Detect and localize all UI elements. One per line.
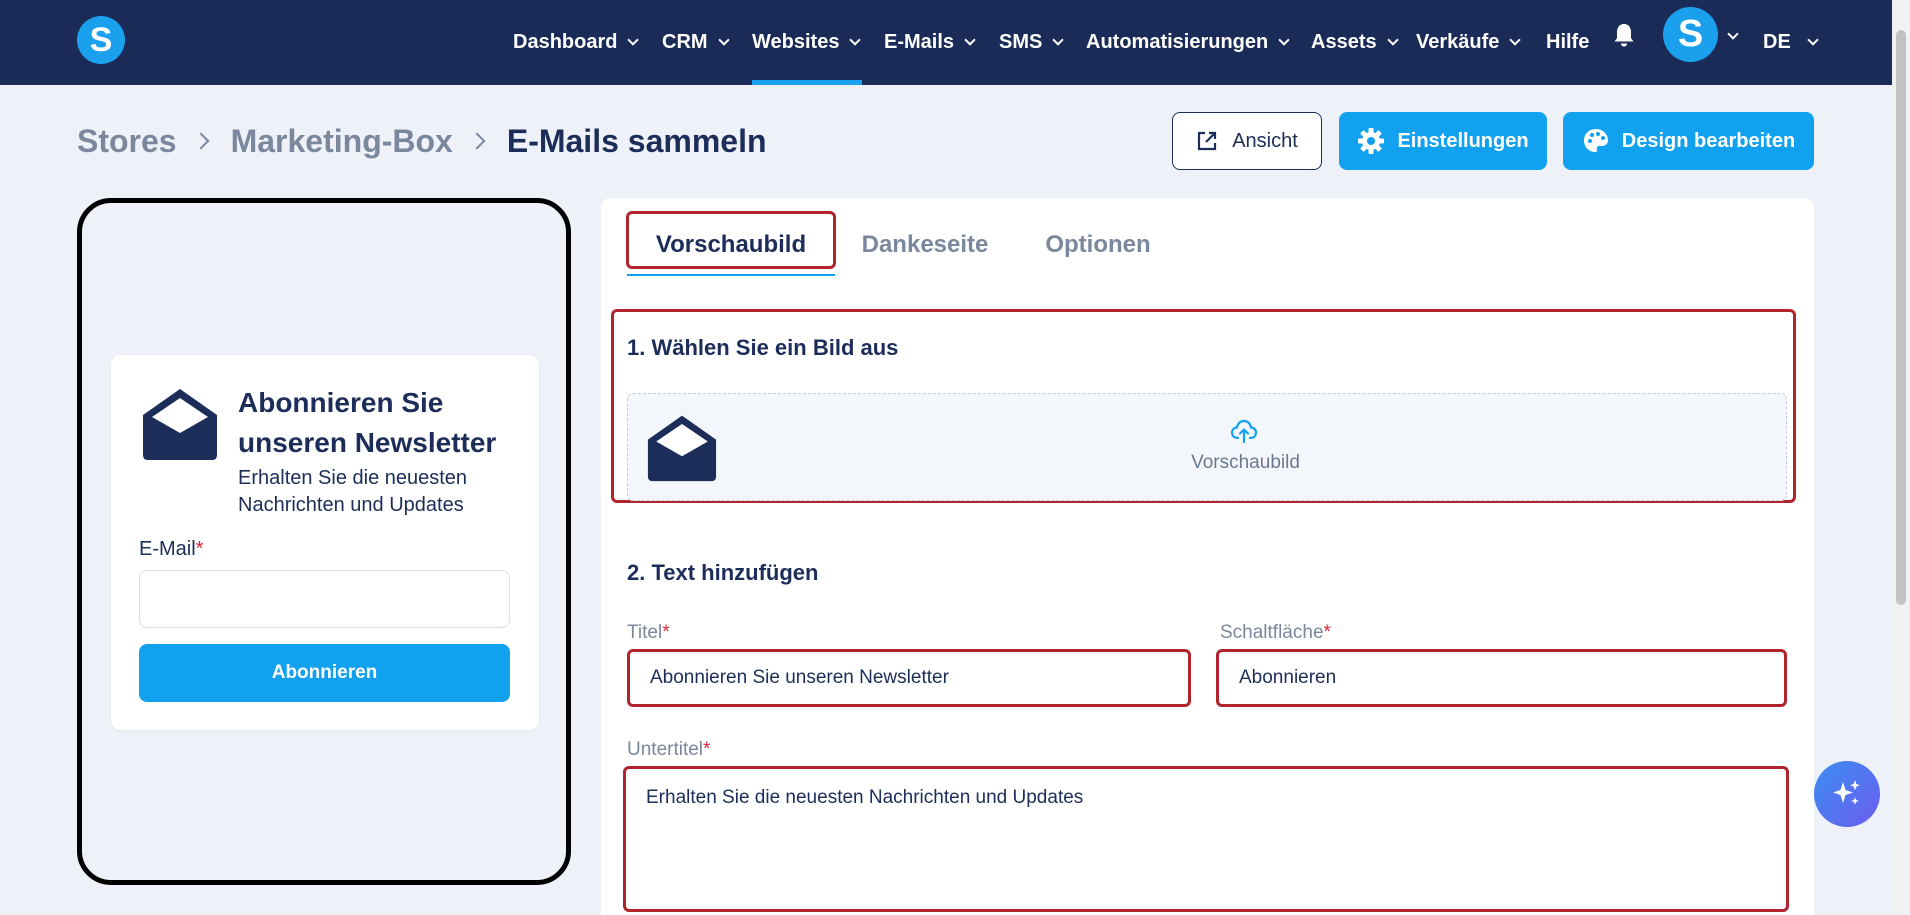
nav-item-websites[interactable]: Websites <box>752 0 862 85</box>
palette-icon <box>1583 129 1608 152</box>
nav-item-label: Verkäufe <box>1416 31 1500 53</box>
nav-item-label: Automatisierungen <box>1086 31 1269 53</box>
envelope-open-icon <box>143 389 217 460</box>
title-field-label: Titel* <box>627 622 670 644</box>
image-section-heading: 1. Wählen Sie ein Bild aus <box>627 335 899 360</box>
button-input-value: Abonnieren <box>1239 667 1337 688</box>
chevron-right-icon <box>468 132 486 150</box>
settings-button-label: Einstellungen <box>1397 129 1529 152</box>
nav-item-label: CRM <box>662 31 708 53</box>
tab-active-underline <box>627 274 835 276</box>
subscribe-button[interactable]: Abonnieren <box>139 644 510 702</box>
subtitle-label-text: Untertitel <box>627 739 704 760</box>
nav-item-sms[interactable]: SMS <box>999 0 1065 85</box>
button-text-input[interactable]: Abonnieren <box>1216 649 1787 707</box>
preview-title: Abonnieren Sie unseren Newsletter <box>238 387 497 458</box>
email-input[interactable] <box>139 570 510 628</box>
chevron-down-icon <box>1052 34 1065 46</box>
gear-icon <box>1358 128 1385 154</box>
required-mark: * <box>703 739 711 760</box>
email-label-text: E-Mail <box>139 538 196 560</box>
preview-subtitle: Erhalten Sie die neuesten Nachrichten un… <box>238 467 468 516</box>
text-section-heading: 2. Text hinzufügen <box>627 560 819 585</box>
chevron-down-icon <box>964 34 976 46</box>
title-label-text: Titel <box>627 622 663 643</box>
nav-active-indicator <box>752 80 862 85</box>
chevron-down-icon <box>1509 34 1522 46</box>
envelope-open-icon <box>647 415 717 482</box>
design-edit-button-label: Design bearbeiten <box>1621 129 1796 152</box>
sparkles-icon <box>1833 780 1860 805</box>
language-label: DE <box>1763 31 1791 53</box>
ai-assistant-button[interactable] <box>1814 761 1880 827</box>
breadcrumb-item-stores[interactable]: Stores <box>77 123 177 160</box>
title-input[interactable]: Abonnieren Sie unseren Newsletter <box>627 649 1191 707</box>
nav-item-emails[interactable]: E-Mails <box>884 0 976 85</box>
required-mark: * <box>662 622 670 643</box>
subtitle-input-value: Erhalten Sie die neuesten Nachrichten un… <box>646 787 1084 808</box>
nav-item-hilfe[interactable]: Hilfe <box>1546 0 1589 85</box>
tab-optionen[interactable]: Optionen <box>1035 220 1161 270</box>
tab-highlight <box>626 211 836 269</box>
nav-item-label: Hilfe <box>1546 31 1590 53</box>
nav-item-label: Websites <box>752 31 840 53</box>
required-mark: * <box>195 538 204 560</box>
nav-item-label: Assets <box>1311 31 1377 53</box>
email-label: E-Mail* <box>139 538 203 561</box>
page-title: E-Mails sammeln <box>506 122 767 159</box>
nav-item-crm[interactable]: CRM <box>662 0 730 85</box>
chevron-down-icon <box>717 34 730 46</box>
app-logo[interactable]: S <box>77 16 125 64</box>
button-field-label: Schaltfläche* <box>1220 622 1331 644</box>
upload-label: Vorschaubild <box>1191 452 1300 473</box>
nav-item-verkaeufe[interactable]: Verkäufe <box>1416 0 1522 85</box>
view-button-label: Ansicht <box>1232 129 1298 152</box>
chevron-down-icon <box>1807 34 1819 46</box>
scrollbar-thumb[interactable] <box>1896 30 1906 605</box>
settings-button[interactable]: Einstellungen <box>1339 112 1547 170</box>
chevron-down-icon[interactable] <box>1727 28 1739 40</box>
nav-item-dashboard[interactable]: Dashboard <box>513 0 640 85</box>
top-navbar: S Dashboard CRM Websites E-Mails SMS Aut… <box>0 0 1892 85</box>
language-selector[interactable]: DE <box>1763 0 1819 85</box>
required-mark: * <box>1323 622 1331 643</box>
newsletter-preview-card: Abonnieren Sie unseren Newsletter Erhalt… <box>111 355 539 730</box>
design-edit-button[interactable]: Design bearbeiten <box>1563 112 1814 170</box>
breadcrumb: Stores Marketing-Box E-Mails sammeln <box>77 120 767 162</box>
subtitle-textarea[interactable]: Erhalten Sie die neuesten Nachrichten un… <box>623 766 1789 912</box>
bell-icon[interactable] <box>1612 22 1636 48</box>
chevron-down-icon <box>849 34 862 46</box>
tab-dankeseite[interactable]: Dankeseite <box>852 220 998 270</box>
image-upload-area[interactable]: Vorschaubild <box>627 393 1787 501</box>
subtitle-field-label: Untertitel* <box>627 739 710 761</box>
chevron-down-icon <box>627 34 640 46</box>
external-link-icon <box>1198 131 1217 151</box>
nav-item-automatisierungen[interactable]: Automatisierungen <box>1086 0 1290 85</box>
user-avatar[interactable]: S <box>1663 7 1718 62</box>
nav-item-assets[interactable]: Assets <box>1311 0 1399 85</box>
chevron-down-icon <box>1278 34 1290 46</box>
nav-item-label: E-Mails <box>884 31 955 53</box>
page-scrollbar[interactable] <box>1892 0 1910 915</box>
cloud-upload-icon <box>1230 419 1258 444</box>
view-button[interactable]: Ansicht <box>1172 112 1322 170</box>
breadcrumb-item-marketing-box[interactable]: Marketing-Box <box>231 123 453 160</box>
title-input-value: Abonnieren Sie unseren Newsletter <box>650 667 949 688</box>
nav-item-label: Dashboard <box>513 31 618 53</box>
chevron-right-icon <box>192 132 210 150</box>
button-label-text: Schaltfläche <box>1220 622 1324 643</box>
nav-item-label: SMS <box>999 31 1043 53</box>
chevron-down-icon <box>1386 34 1399 46</box>
